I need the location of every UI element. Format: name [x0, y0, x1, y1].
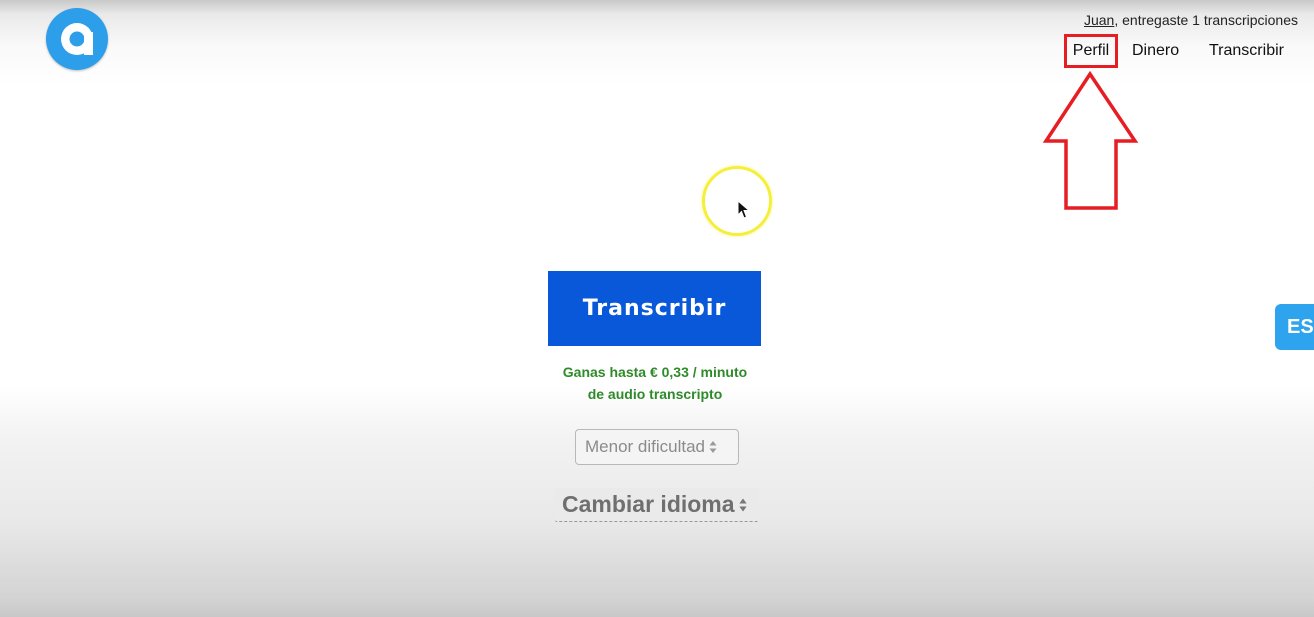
mouse-pointer-icon [737, 200, 751, 219]
nav-perfil-label: Perfil [1072, 42, 1110, 59]
select-updown-icon [738, 497, 747, 512]
annotation-arrow-icon [1042, 70, 1139, 210]
nav-dinero-link[interactable]: Dinero [1132, 42, 1179, 60]
user-status-text: , entregaste 1 transcripciones [1114, 12, 1298, 28]
nav-perfil-link[interactable]: Perfil [1064, 34, 1118, 68]
earnings-line-1: Ganas hasta € 0,33 / minuto [562, 364, 748, 380]
app-logo[interactable] [46, 8, 108, 70]
earnings-info: Ganas hasta € 0,33 / minuto de audio tra… [540, 361, 770, 405]
language-side-tab[interactable]: ES [1275, 304, 1314, 350]
difficulty-select[interactable]: Menor dificultad [575, 429, 739, 465]
user-name-link[interactable]: Juan [1084, 12, 1114, 28]
nav-transcribir-link[interactable]: Transcribir [1209, 42, 1284, 60]
user-status-line: Juan, entregaste 1 transcripciones [1084, 12, 1298, 28]
language-select[interactable]: Cambiar idioma [555, 488, 759, 522]
select-updown-icon [709, 441, 717, 453]
earnings-line-2: de audio transcripto [587, 386, 723, 402]
language-select-value: Cambiar idioma [562, 491, 735, 517]
difficulty-select-value: Menor dificultad [585, 437, 706, 456]
transcribe-button[interactable]: Transcribir [548, 271, 761, 346]
logo-a-icon [61, 23, 93, 55]
